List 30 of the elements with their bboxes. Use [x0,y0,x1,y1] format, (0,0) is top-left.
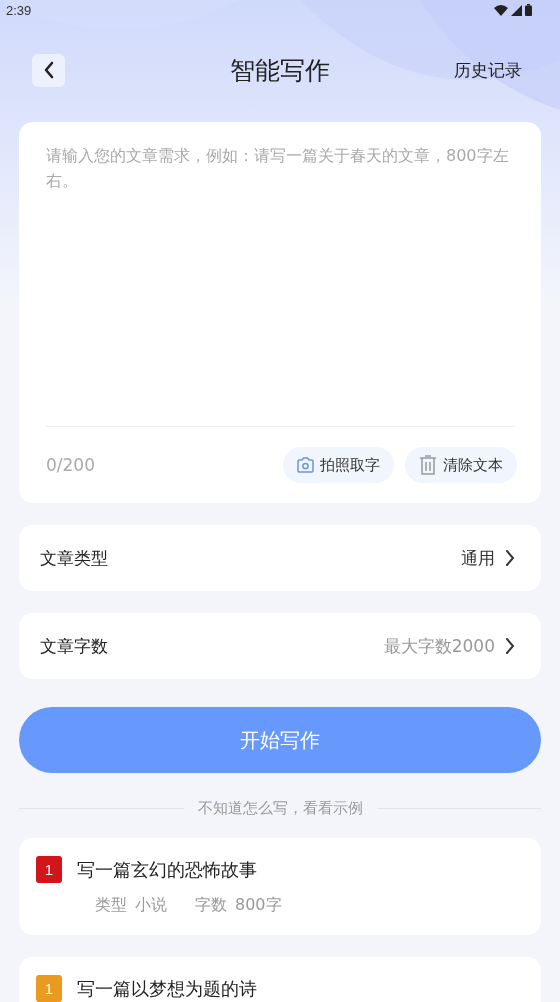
example-title: 写一篇玄幻的恐怖故事 [77,857,257,882]
rank-badge: 1 [36,856,62,883]
editor-card[interactable]: 请输入您的文章需求，例如：请写一篇关于春天的文章，800字左右。 0/200 拍照取字 清除文本 [19,122,541,503]
signal-icon [511,4,522,16]
trash-icon [419,455,437,475]
back-icon [42,61,55,79]
character-counter: 0/200 [46,455,95,475]
wifi-icon [494,4,508,16]
examples-heading: 不知道怎么写，看看示例 [197,799,363,818]
battery-icon [525,4,532,16]
type-label: 类型 [95,895,127,916]
example-card[interactable]: 1 写一篇玄幻的恐怖故事 类型 小说 字数 800字 [19,838,541,935]
example-title: 写一篇以梦想为题的诗 [77,976,257,1001]
count-value: 800字 [235,895,282,916]
count-label: 字数 [195,895,227,916]
chevron-right-icon [505,637,515,655]
clear-text-button[interactable]: 清除文本 [405,447,517,483]
example-card[interactable]: 1 写一篇以梦想为题的诗 [19,957,541,1002]
setting-row[interactable]: 文章类型 通用 [19,525,541,591]
input-field[interactable]: 请输入您的文章需求，例如：请写一篇关于春天的文章，800字左右。 [46,144,515,426]
page-title: 智能写作 [230,54,330,87]
back-button[interactable] [32,53,65,87]
history-link[interactable]: 历史记录 [454,58,522,82]
status-time: 2:39 [6,2,32,18]
rank-badge: 1 [36,975,62,1002]
photo-text-button[interactable]: 拍照取字 [283,447,394,483]
camera-icon [297,457,314,473]
chevron-right-icon [505,549,515,567]
setting-row[interactable]: 文章字数 最大字数2000 [19,613,541,679]
type-value: 小说 [135,895,167,916]
